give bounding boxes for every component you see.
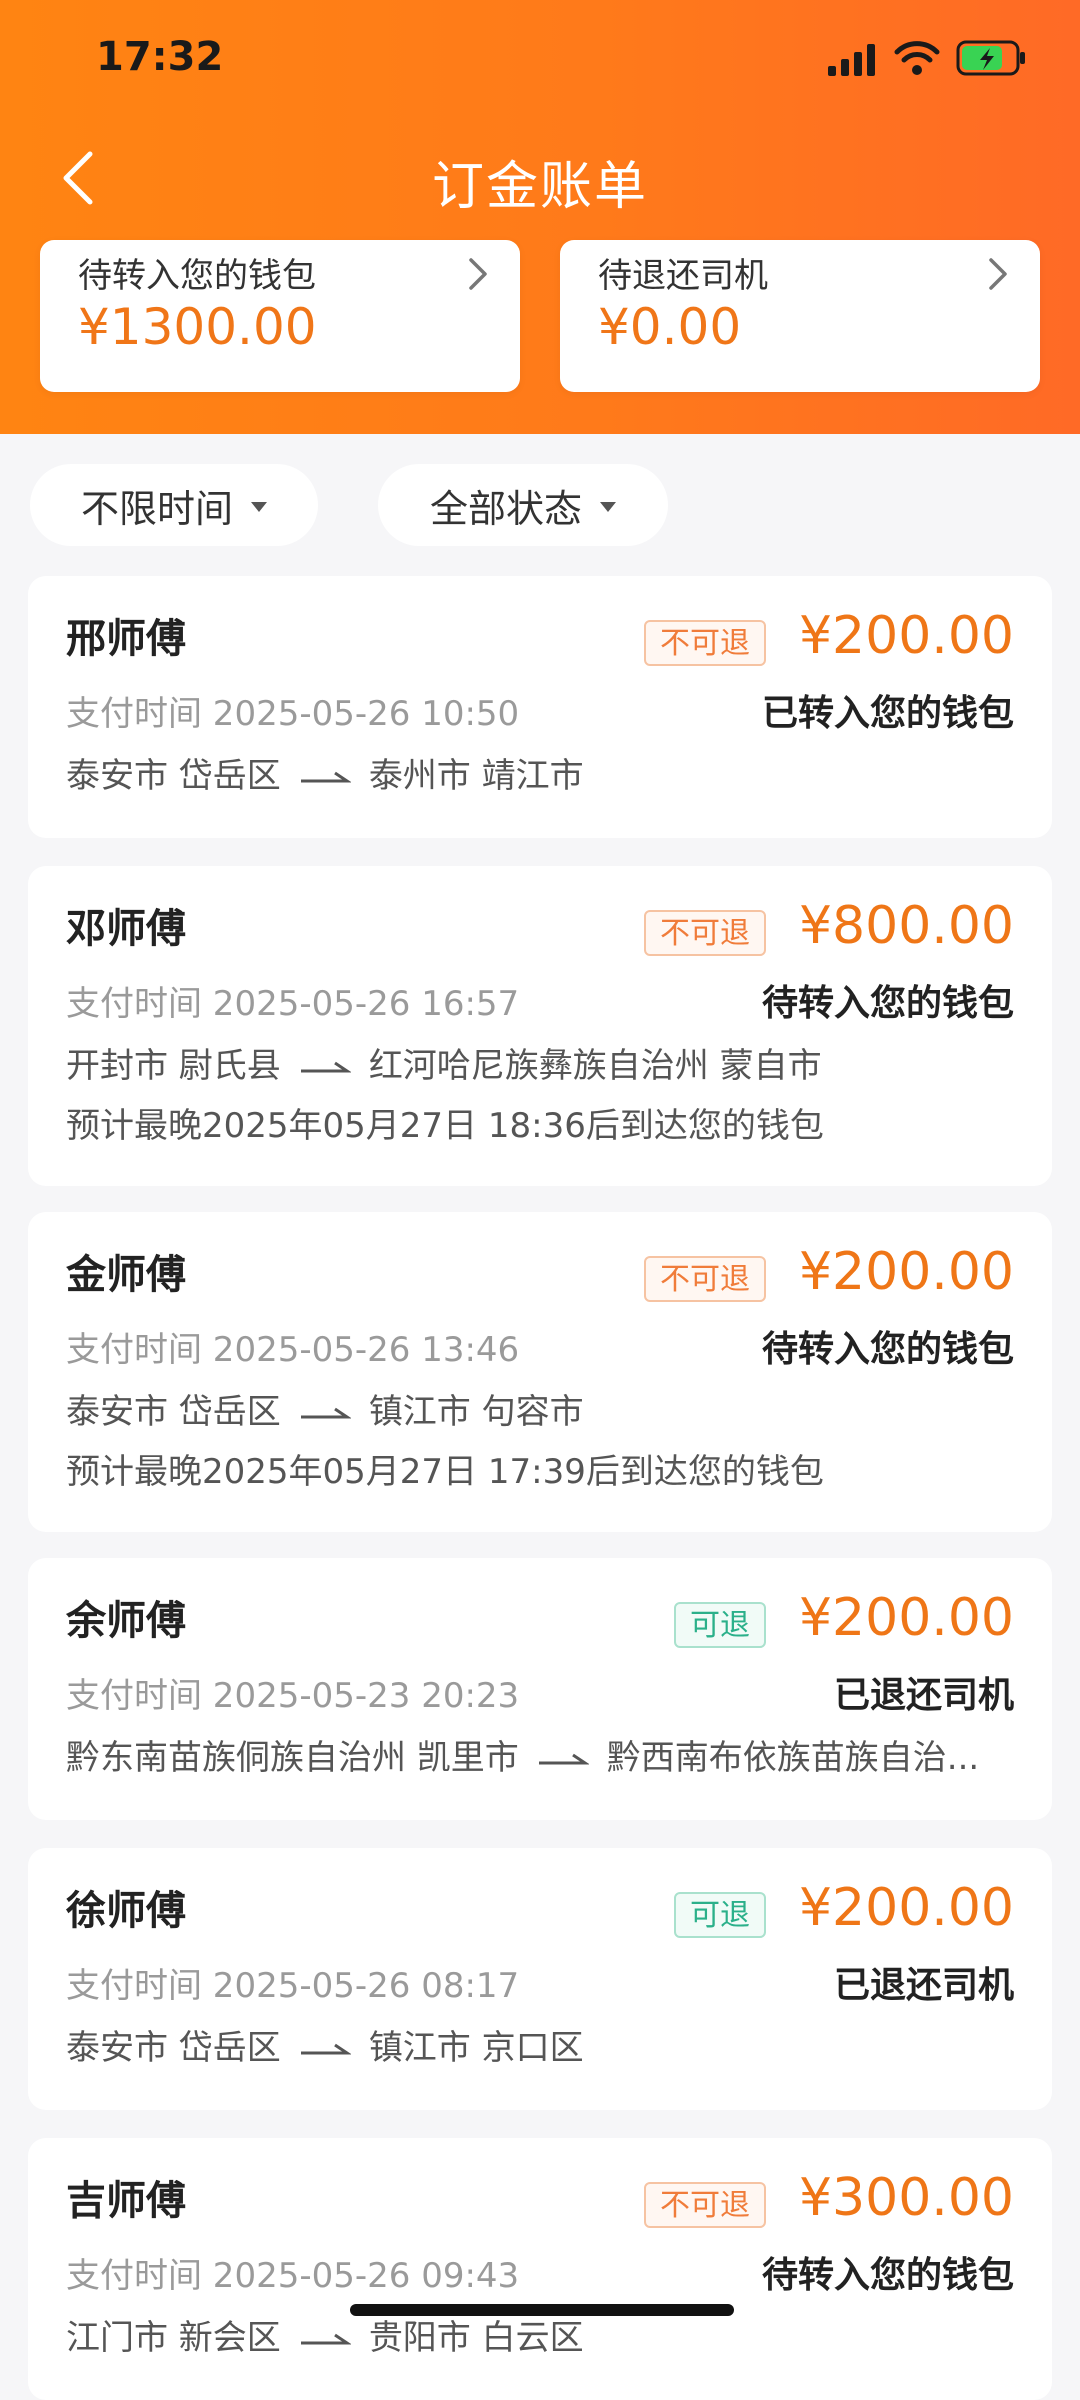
- order-card[interactable]: 金师傅 不可退 ¥200.00 支付时间 2025-05-26 13:46 待转…: [28, 1212, 1052, 1532]
- refund-tag: 不可退: [644, 620, 766, 666]
- status-time: 17:32: [96, 34, 224, 80]
- caret-down-icon: [600, 502, 616, 512]
- order-amount: ¥300.00: [798, 2168, 1014, 2228]
- route-from: 泰安市 岱岳区: [66, 1392, 281, 1432]
- route: 江门市 新会区 贵阳市 白云区: [66, 2310, 584, 2359]
- pending-wallet-amount: ¥1300.00: [78, 298, 317, 356]
- time-filter-label: 不限时间: [80, 486, 233, 531]
- battery-icon: [956, 40, 1025, 76]
- home-indicator[interactable]: [350, 2304, 734, 2316]
- status-filter-dropdown[interactable]: 全部状态: [378, 464, 668, 546]
- driver-name: 邓师傅: [66, 906, 186, 952]
- pay-time: 支付时间 2025-05-26 16:57: [66, 984, 520, 1024]
- eta-text: 预计最晚2025年05月27日 17:39后到达您的钱包: [66, 1452, 824, 1492]
- arrow-right-icon: [538, 1753, 589, 1764]
- order-amount: ¥200.00: [798, 606, 1014, 666]
- pending-refund-label: 待退还司机: [598, 256, 768, 296]
- route-to: 镇江市 句容市: [368, 1392, 584, 1432]
- order-amount: ¥200.00: [798, 1242, 1014, 1302]
- pay-time: 支付时间 2025-05-26 10:50: [66, 694, 520, 734]
- route-from: 开封市 尉氏县: [66, 1046, 281, 1086]
- pay-time: 支付时间 2025-05-26 13:46: [66, 1330, 520, 1370]
- route-to: 贵阳市 白云区: [368, 2318, 584, 2358]
- route: 泰安市 岱岳区 镇江市 句容市: [66, 1384, 584, 1433]
- route: 泰安市 岱岳区 泰州市 靖江市: [66, 748, 584, 797]
- route-from: 泰安市 岱岳区: [66, 756, 281, 796]
- route: 开封市 尉氏县 红河哈尼族彝族自治州 蒙自市: [66, 1038, 822, 1087]
- order-state: 待转入您的钱包: [761, 2255, 1014, 2296]
- order-state: 待转入您的钱包: [761, 1329, 1014, 1370]
- driver-name: 金师傅: [66, 1252, 186, 1298]
- route-to: 红河哈尼族彝族自治州 蒙自市: [368, 1046, 822, 1086]
- pay-time: 支付时间 2025-05-26 08:17: [66, 1966, 520, 2006]
- pending-refund-card[interactable]: 待退还司机 ¥0.00: [560, 240, 1040, 392]
- route-from: 黔东南苗族侗族自治州 凯里市: [66, 1738, 519, 1778]
- order-state: 已转入您的钱包: [761, 693, 1014, 734]
- route-to: 镇江市 京口区: [368, 2028, 584, 2068]
- chevron-right-icon: [989, 258, 1007, 290]
- chevron-right-icon: [469, 258, 487, 290]
- driver-name: 吉师傅: [66, 2178, 186, 2224]
- caret-down-icon: [251, 502, 267, 512]
- route-from: 泰安市 岱岳区: [66, 2028, 281, 2068]
- order-state: 已退还司机: [833, 1965, 1014, 2006]
- order-card[interactable]: 余师傅 可退 ¥200.00 支付时间 2025-05-23 20:23 已退还…: [28, 1558, 1052, 1820]
- route-to: 黔西南布依族苗族自治...: [606, 1738, 980, 1778]
- refund-tag: 不可退: [644, 2182, 766, 2228]
- pending-refund-amount: ¥0.00: [598, 298, 742, 356]
- route: 黔东南苗族侗族自治州 凯里市 黔西南布依族苗族自治...: [66, 1730, 979, 1779]
- driver-name: 邢师傅: [66, 616, 186, 662]
- route-from: 江门市 新会区: [66, 2318, 281, 2358]
- pending-wallet-card[interactable]: 待转入您的钱包 ¥1300.00: [40, 240, 520, 392]
- refund-tag: 可退: [674, 1602, 766, 1648]
- arrow-right-icon: [300, 2333, 351, 2344]
- pay-time: 支付时间 2025-05-23 20:23: [66, 1676, 520, 1716]
- signal-icon: [828, 44, 875, 76]
- refund-tag: 不可退: [644, 1256, 766, 1302]
- route-to: 泰州市 靖江市: [368, 756, 584, 796]
- status-bar: 17:32: [0, 0, 1080, 120]
- driver-name: 余师傅: [66, 1598, 186, 1644]
- eta-text: 预计最晚2025年05月27日 18:36后到达您的钱包: [66, 1106, 824, 1146]
- order-card[interactable]: 吉师傅 不可退 ¥300.00 支付时间 2025-05-26 09:43 待转…: [28, 2138, 1052, 2400]
- pending-wallet-label: 待转入您的钱包: [78, 256, 316, 296]
- order-amount: ¥200.00: [798, 1588, 1014, 1648]
- order-card[interactable]: 邓师傅 不可退 ¥800.00 支付时间 2025-05-26 16:57 待转…: [28, 866, 1052, 1186]
- driver-name: 徐师傅: [66, 1888, 186, 1934]
- order-state: 已退还司机: [833, 1675, 1014, 1716]
- order-card[interactable]: 邢师傅 不可退 ¥200.00 支付时间 2025-05-26 10:50 已转…: [28, 576, 1052, 838]
- arrow-right-icon: [300, 2043, 351, 2054]
- refund-tag: 可退: [674, 1892, 766, 1938]
- order-amount: ¥200.00: [798, 1878, 1014, 1938]
- arrow-right-icon: [300, 1407, 351, 1418]
- order-state: 待转入您的钱包: [761, 983, 1014, 1024]
- order-amount: ¥800.00: [798, 896, 1014, 956]
- order-card[interactable]: 徐师傅 可退 ¥200.00 支付时间 2025-05-26 08:17 已退还…: [28, 1848, 1052, 2110]
- arrow-right-icon: [300, 1061, 351, 1072]
- page-title: 订金账单: [431, 157, 648, 217]
- wifi-icon: [894, 41, 940, 75]
- arrow-right-icon: [300, 771, 351, 782]
- route: 泰安市 岱岳区 镇江市 京口区: [66, 2020, 584, 2069]
- pay-time: 支付时间 2025-05-26 09:43: [66, 2256, 520, 2296]
- status-filter-label: 全部状态: [429, 486, 582, 531]
- refund-tag: 不可退: [644, 910, 766, 956]
- time-filter-dropdown[interactable]: 不限时间: [30, 464, 318, 546]
